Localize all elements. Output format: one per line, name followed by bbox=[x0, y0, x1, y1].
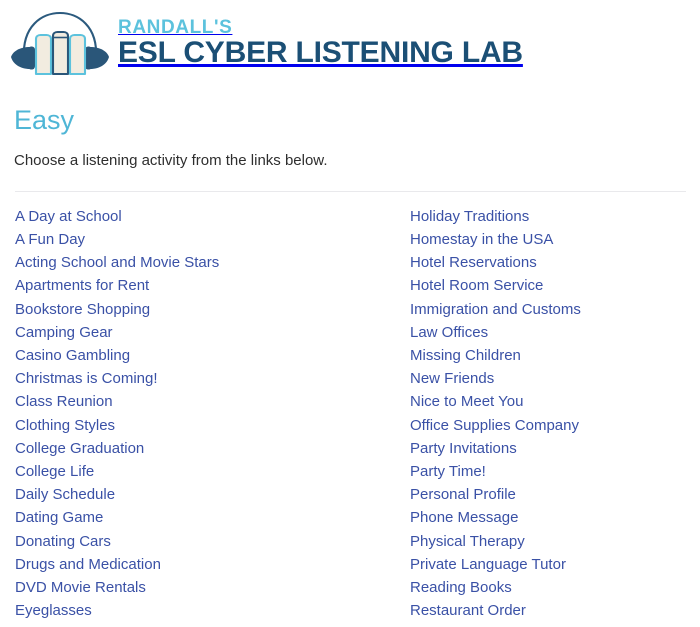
page-title: Easy bbox=[14, 105, 75, 135]
activity-link[interactable]: New Friends bbox=[410, 367, 700, 390]
site-header: RANDALL'S ESL CYBER LISTENING LAB bbox=[0, 0, 700, 92]
headphones-over-books-icon bbox=[8, 6, 112, 80]
activity-link[interactable]: Party Time! bbox=[410, 460, 700, 483]
activity-link[interactable]: Personal Profile bbox=[410, 483, 700, 506]
activity-link[interactable]: Camping Gear bbox=[15, 321, 398, 344]
activity-link[interactable]: Hotel Room Service bbox=[410, 274, 700, 297]
activity-link[interactable]: Office Supplies Company bbox=[410, 414, 700, 437]
activity-link[interactable]: DVD Movie Rentals bbox=[15, 576, 398, 599]
activity-link[interactable]: Holiday Traditions bbox=[410, 205, 700, 228]
left-column: A Day at School A Fun Day Acting School an… bbox=[0, 205, 398, 623]
activity-link[interactable]: Law Offices bbox=[410, 321, 700, 344]
brand-wordmark: RANDALL'S ESL CYBER LISTENING LAB bbox=[118, 18, 523, 68]
activity-link[interactable]: Christmas is Coming! bbox=[15, 367, 398, 390]
right-column: Holiday Traditions Homestay in the USA Hot… bbox=[398, 205, 700, 623]
activity-link[interactable]: Reading Books bbox=[410, 576, 700, 599]
activity-link[interactable]: Missing Children bbox=[410, 344, 700, 367]
activity-link[interactable]: Casino Gambling bbox=[15, 344, 398, 367]
activity-link[interactable]: Restaurant Order bbox=[410, 599, 700, 622]
activity-link[interactable]: Phone Message bbox=[410, 506, 700, 529]
activity-link[interactable]: Apartments for Rent bbox=[15, 274, 398, 297]
activity-link[interactable]: Private Language Tutor bbox=[410, 553, 700, 576]
activity-link[interactable]: Clothing Styles bbox=[15, 414, 398, 437]
activity-link[interactable]: A Fun Day bbox=[15, 228, 398, 251]
activity-link[interactable]: Party Invitations bbox=[410, 437, 700, 460]
activity-link[interactable]: Drugs and Medication bbox=[15, 553, 398, 576]
activity-link[interactable]: Homestay in the USA bbox=[410, 228, 700, 251]
activity-link[interactable]: Acting School and Movie Stars bbox=[15, 251, 398, 274]
activity-link[interactable]: Class Reunion bbox=[15, 390, 398, 413]
activity-link[interactable]: Bookstore Shopping bbox=[15, 298, 398, 321]
page-intro-text: Choose a listening activity from the lin… bbox=[14, 151, 328, 169]
activity-link[interactable]: Dating Game bbox=[15, 506, 398, 529]
brand-name-top: RANDALL'S bbox=[118, 17, 233, 38]
activity-link[interactable]: Immigration and Customs bbox=[410, 298, 700, 321]
activity-link[interactable]: Daily Schedule bbox=[15, 483, 398, 506]
activity-link-columns: A Day at School A Fun Day Acting School an… bbox=[0, 192, 700, 623]
activity-link[interactable]: Hotel Reservations bbox=[410, 251, 700, 274]
activity-link[interactable]: Physical Therapy bbox=[410, 530, 700, 553]
activity-link[interactable]: College Life bbox=[15, 460, 398, 483]
activity-link[interactable]: Donating Cars bbox=[15, 530, 398, 553]
brand-name-main: ESL CYBER LISTENING LAB bbox=[118, 36, 523, 69]
activity-link[interactable]: A Day at School bbox=[15, 205, 398, 228]
site-logo-link[interactable]: RANDALL'S ESL CYBER LISTENING LAB bbox=[8, 6, 523, 80]
activity-link[interactable]: Eyeglasses bbox=[15, 599, 398, 622]
activity-link[interactable]: College Graduation bbox=[15, 437, 398, 460]
activity-link[interactable]: Nice to Meet You bbox=[410, 390, 700, 413]
